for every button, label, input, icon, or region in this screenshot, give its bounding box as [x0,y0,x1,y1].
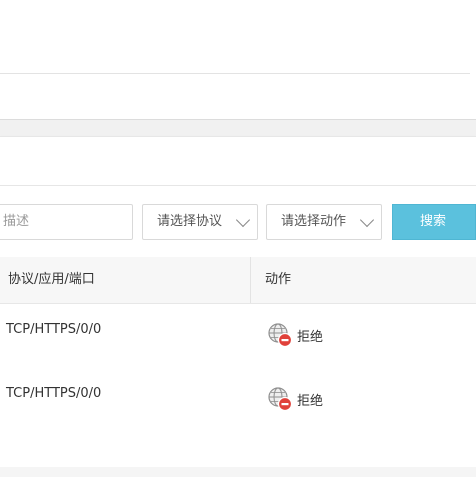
description-filter-input[interactable]: 描述 [0,204,133,240]
globe-deny-icon [268,387,293,412]
chevron-down-icon [235,212,251,228]
globe-deny-icon [268,323,293,348]
second-section [0,74,470,120]
protocol-cell: TCP/HTTPS/0/0 [6,386,102,401]
panel-header-divider [0,185,476,186]
page-background [0,467,476,477]
section-gap [0,120,476,136]
action-select-label: 请选择动作 [281,214,347,229]
action-deny-label: 拒绝 [297,394,324,409]
protocol-cell: TCP/HTTPS/0/0 [6,322,102,337]
table-header: 协议/应用/端口 动作 [0,257,476,304]
table-row: TCP/HTTPS/0/0 拒绝 [0,368,476,432]
chevron-down-icon [359,212,375,228]
rules-panel: 描述 请选择协议 请选择动作 搜索 协议/应用/端口 动作 TCP/HTTPS/… [0,136,476,468]
protocol-select[interactable]: 请选择协议 [142,204,258,240]
column-header-action: 动作 [265,272,292,287]
action-deny-label: 拒绝 [297,330,324,345]
search-button[interactable]: 搜索 [392,204,476,240]
top-section [0,0,476,74]
column-header-protocol: 协议/应用/端口 [8,272,95,287]
protocol-select-label: 请选择协议 [157,214,223,229]
action-select[interactable]: 请选择动作 [266,204,382,240]
table-row: TCP/HTTPS/0/0 拒绝 [0,304,476,369]
column-separator[interactable] [250,257,251,303]
